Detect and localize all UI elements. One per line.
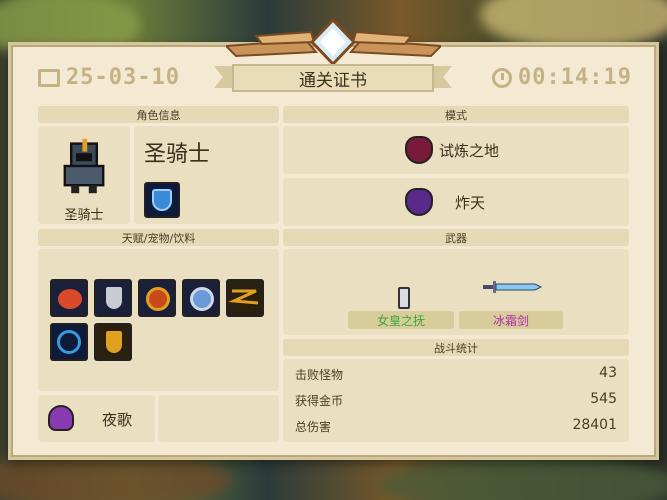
weapons-section-title: 武器 xyxy=(283,229,629,246)
fire-shield-icon[interactable] xyxy=(138,279,176,317)
silver-shield-icon[interactable] xyxy=(94,279,132,317)
character-section-title: 角色信息 xyxy=(38,106,279,123)
date-display: 25-03-10 xyxy=(38,65,180,90)
portrait-label: 圣骑士 xyxy=(64,208,104,223)
talents-panel xyxy=(38,249,279,391)
demon-mask-icon xyxy=(405,136,433,164)
lightning-icon[interactable] xyxy=(226,279,264,317)
mode-section-title: 模式 xyxy=(283,106,629,123)
mode-label: 试炼之地 xyxy=(439,142,500,160)
stats-panel: 击败怪物 43 获得金币 545 总伤害 28401 xyxy=(283,359,629,442)
character-portrait: 圣骑士 xyxy=(38,126,130,224)
fire-attack-icon[interactable] xyxy=(50,279,88,317)
mode-label: 炸天 xyxy=(455,194,486,212)
shield-skill-icon[interactable] xyxy=(144,182,180,218)
purple-demon-icon xyxy=(405,188,433,216)
bat-icon xyxy=(48,405,74,431)
certificate-title: 通关证书 xyxy=(232,64,434,92)
background-blob xyxy=(380,455,667,500)
weapon-label-gauntlet: 女皇之抚 xyxy=(348,311,454,329)
stat-value: 43 xyxy=(599,365,617,381)
pet-label: 夜歌 xyxy=(102,411,133,429)
calendar-icon xyxy=(38,68,60,87)
clock-icon xyxy=(492,67,512,88)
weapons-panel: 女皇之抚 冰霜剑 xyxy=(283,249,629,335)
stat-value: 545 xyxy=(590,391,617,407)
gold-shield-icon[interactable] xyxy=(94,323,132,361)
character-name: 圣骑士 xyxy=(144,142,211,167)
stat-label: 获得金币 xyxy=(295,394,344,408)
weapon-label-ice-sword: 冰霜剑 xyxy=(459,311,563,329)
timer-display: 00:14:19 xyxy=(492,65,632,90)
ice-sword-icon[interactable] xyxy=(483,279,543,295)
mode-item: 炸天 xyxy=(283,178,629,226)
paladin-sprite xyxy=(63,138,105,194)
gauntlet-icon[interactable] xyxy=(398,287,410,309)
hourglass-icon[interactable] xyxy=(50,323,88,361)
pet-slot[interactable]: 夜歌 xyxy=(38,395,155,442)
crest-emblem xyxy=(226,18,441,67)
date-text: 25-03-10 xyxy=(66,65,180,90)
stat-label: 击败怪物 xyxy=(295,368,344,382)
stats-section-title: 战斗统计 xyxy=(283,339,629,356)
talents-section-title: 天赋/宠物/饮料 xyxy=(38,229,279,246)
drink-slot[interactable] xyxy=(158,395,279,442)
stat-label: 总伤害 xyxy=(295,420,332,434)
stat-value: 28401 xyxy=(572,417,617,433)
timer-text: 00:14:19 xyxy=(518,65,632,90)
blue-shield-icon[interactable] xyxy=(182,279,220,317)
character-info: 圣骑士 xyxy=(134,126,279,224)
mode-item: 试炼之地 xyxy=(283,126,629,174)
